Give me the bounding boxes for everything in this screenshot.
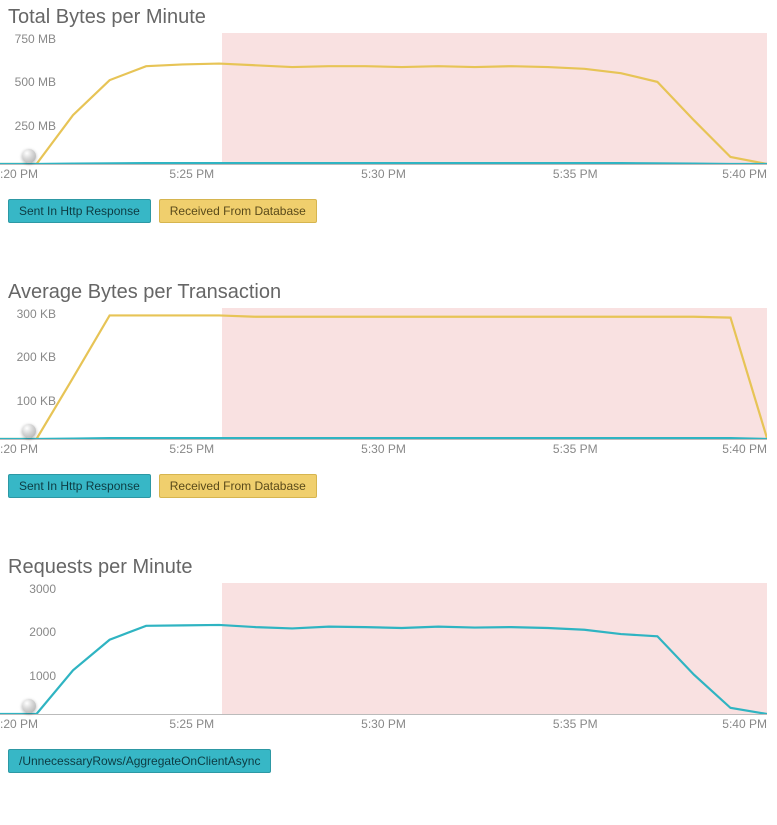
legend-item[interactable]: /UnnecessaryRows/AggregateOnClientAsync — [8, 749, 271, 773]
x-tick: 5:40 PM — [722, 442, 767, 456]
legend-item[interactable]: Sent In Http Response — [8, 474, 151, 498]
x-tick: 5:30 PM — [361, 442, 406, 456]
legend-item[interactable]: Sent In Http Response — [8, 199, 151, 223]
x-tick: 5:40 PM — [722, 167, 767, 181]
x-axis: :20 PM 5:25 PM 5:30 PM 5:35 PM 5:40 PM — [0, 167, 767, 183]
legend-item[interactable]: Received From Database — [159, 474, 317, 498]
marker-icon[interactable] — [22, 699, 36, 713]
legend: Sent In Http Response Received From Datab… — [0, 470, 777, 502]
x-tick: 5:35 PM — [553, 717, 598, 731]
series-line — [0, 64, 767, 164]
legend: Sent In Http Response Received From Datab… — [0, 195, 777, 227]
plot-area: 750 MB500 MB250 MB:20 PM5:25 PM5:30 PM5:… — [0, 33, 777, 183]
plot-area: 300 KB200 KB100 KB:20 PM5:25 PM5:30 PM5:… — [0, 308, 777, 458]
x-tick: 5:25 PM — [169, 442, 214, 456]
x-axis: :20 PM 5:25 PM 5:30 PM 5:35 PM 5:40 PM — [0, 717, 767, 733]
legend: /UnnecessaryRows/AggregateOnClientAsync — [0, 745, 777, 777]
x-tick: :20 PM — [0, 442, 38, 456]
chart-lines — [0, 33, 767, 164]
series-line — [0, 438, 767, 439]
chart-lines — [0, 583, 767, 714]
chart-lines — [0, 308, 767, 439]
chart-title: Total Bytes per Minute — [0, 0, 777, 33]
x-tick: 5:30 PM — [361, 167, 406, 181]
plot-canvas — [0, 583, 767, 715]
x-tick: 5:35 PM — [553, 442, 598, 456]
x-tick: 5:25 PM — [169, 167, 214, 181]
plot-canvas — [0, 308, 767, 440]
marker-icon[interactable] — [22, 149, 36, 163]
x-tick: 5:40 PM — [722, 717, 767, 731]
chart-title: Average Bytes per Transaction — [0, 275, 777, 308]
x-tick: :20 PM — [0, 717, 38, 731]
series-line — [0, 315, 767, 439]
chart-total-bytes: Total Bytes per Minute750 MB500 MB250 MB… — [0, 0, 777, 227]
chart-title: Requests per Minute — [0, 550, 777, 583]
legend-item[interactable]: Received From Database — [159, 199, 317, 223]
chart-requests: Requests per Minute300020001000:20 PM5:2… — [0, 550, 777, 777]
series-line — [0, 625, 767, 714]
plot-area: 300020001000:20 PM5:25 PM5:30 PM5:35 PM5… — [0, 583, 777, 733]
marker-icon[interactable] — [22, 424, 36, 438]
x-tick: 5:25 PM — [169, 717, 214, 731]
x-axis: :20 PM 5:25 PM 5:30 PM 5:35 PM 5:40 PM — [0, 442, 767, 458]
plot-canvas — [0, 33, 767, 165]
x-tick: 5:30 PM — [361, 717, 406, 731]
x-tick: :20 PM — [0, 167, 38, 181]
x-tick: 5:35 PM — [553, 167, 598, 181]
series-line — [0, 163, 767, 164]
chart-avg-bytes: Average Bytes per Transaction300 KB200 K… — [0, 275, 777, 502]
